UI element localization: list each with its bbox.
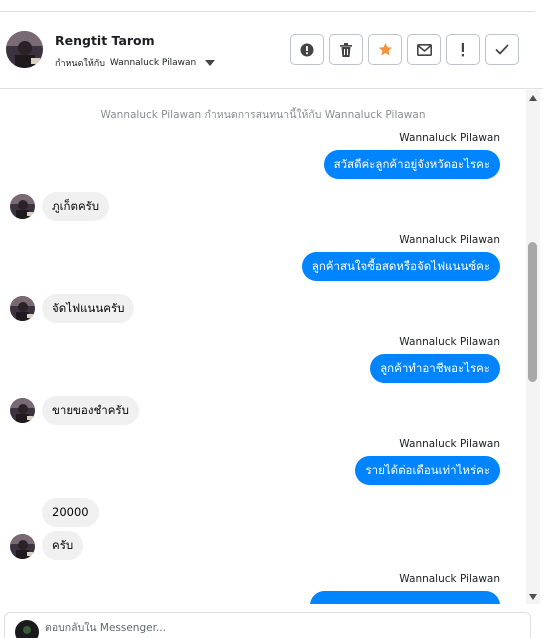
- message-sender: Wannaluck Pilawan: [399, 132, 500, 144]
- trash-icon: [340, 42, 352, 57]
- incoming-message[interactable]: จัดไฟแนนครับ: [42, 294, 135, 323]
- outgoing-message[interactable]: [310, 591, 500, 604]
- assignee-name: Wannaluck Pilawan: [109, 58, 197, 68]
- scroll-down-icon[interactable]: [529, 594, 537, 600]
- conversation-header: Rengtit Tarom กำหนดให้กับ Wannaluck Pila…: [0, 13, 543, 89]
- message-sender: Wannaluck Pilawan: [399, 234, 500, 246]
- follow-up-button[interactable]: [446, 34, 480, 65]
- check-icon: [495, 44, 509, 55]
- mark-done-button[interactable]: [485, 34, 519, 65]
- outgoing-message[interactable]: ลูกค้าทำอาชีพอะไรคะ: [370, 354, 500, 383]
- contact-avatar[interactable]: [6, 31, 43, 68]
- star-button[interactable]: [368, 34, 402, 65]
- alert-circle-icon: [300, 43, 314, 56]
- delete-button[interactable]: [329, 34, 363, 65]
- contact-name: Rengtit Tarom: [55, 33, 155, 48]
- scroll-thumb[interactable]: [528, 242, 537, 382]
- message-sender: Wannaluck Pilawan: [399, 573, 500, 585]
- reply-input[interactable]: [45, 622, 465, 634]
- incoming-message[interactable]: ครับ: [42, 531, 84, 560]
- incoming-message[interactable]: ขายของชำครับ: [42, 396, 139, 425]
- mark-unread-button[interactable]: [407, 34, 441, 65]
- top-divider: [0, 0, 535, 12]
- contact-avatar-small: [10, 398, 35, 423]
- thread-scrollbar[interactable]: [526, 90, 540, 604]
- outgoing-message[interactable]: สวัสดีค่ะลูกค้าอยู่จังหวัดอะไรคะ: [323, 150, 500, 179]
- assignee-selector[interactable]: กำหนดให้กับ Wannaluck Pilawan: [55, 56, 216, 70]
- star-icon: [378, 42, 392, 56]
- incoming-message[interactable]: 20000: [42, 498, 99, 527]
- incoming-message[interactable]: ภูเก็ตครับ: [42, 192, 110, 221]
- exclamation-icon: [461, 42, 464, 56]
- message-sender: Wannaluck Pilawan: [399, 438, 500, 450]
- mark-spam-button[interactable]: [290, 34, 324, 65]
- outgoing-message[interactable]: ลูกค้าสนใจซื้อสดหรือจัดไฟแนนซ์คะ: [301, 252, 500, 281]
- contact-avatar-small: [10, 534, 35, 559]
- caret-down-icon: [205, 60, 216, 66]
- reply-composer: [4, 612, 531, 638]
- message-sender: Wannaluck Pilawan: [399, 336, 500, 348]
- page-avatar: [15, 620, 39, 638]
- assign-label: กำหนดให้กับ: [55, 59, 105, 69]
- scroll-up-icon[interactable]: [529, 95, 537, 101]
- mail-icon: [416, 43, 432, 56]
- system-note: Wannaluck Pilawan กำหนดการสนทนานี้ให้กับ…: [100, 109, 426, 121]
- message-thread[interactable]: Wannaluck Pilawan กำหนดการสนทนานี้ให้กับ…: [0, 90, 526, 604]
- contact-avatar-small: [10, 194, 35, 219]
- contact-avatar-small: [10, 296, 35, 321]
- outgoing-message[interactable]: รายได้ต่อเดือนเท่าไหร่คะ: [355, 456, 500, 485]
- conversation-actions: [290, 34, 519, 65]
